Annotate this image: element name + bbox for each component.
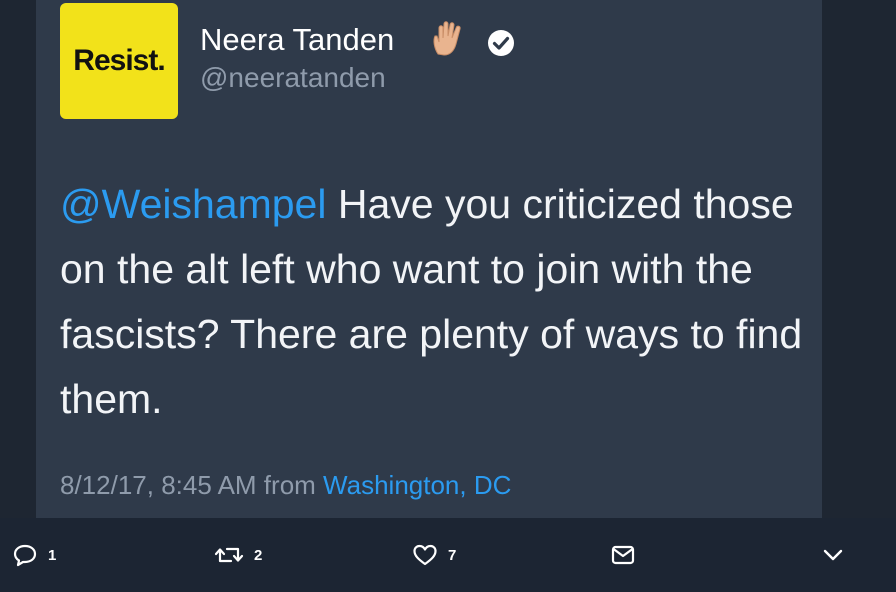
- like-count: 7: [448, 546, 457, 564]
- tweet-action-bar: 1 2 7: [0, 518, 896, 592]
- tweet-screenshot-image: Resist. Neera Tanden @neeratanden @Weish…: [0, 0, 896, 518]
- chevron-down-icon: [823, 549, 843, 561]
- avatar: Resist.: [60, 3, 178, 119]
- timestamp: 8/12/17, 8:45 AM from: [60, 470, 324, 500]
- avatar-label: Resist.: [73, 44, 165, 77]
- like-button[interactable]: 7: [412, 518, 456, 592]
- tweet-meta: 8/12/17, 8:45 AM from Washington, DC: [60, 470, 511, 501]
- reply-button[interactable]: 1: [12, 518, 56, 592]
- verified-badge-icon: [488, 30, 514, 56]
- direct-message-button[interactable]: [610, 518, 636, 592]
- user-handle: @neeratanden: [200, 62, 386, 93]
- envelope-icon: [611, 545, 635, 565]
- reply-count: 1: [48, 546, 57, 564]
- retweet-count: 2: [254, 546, 263, 564]
- display-name: Neera Tanden: [200, 22, 395, 57]
- location-link: Washington, DC: [323, 470, 512, 500]
- retweet-button[interactable]: 2: [214, 518, 262, 592]
- tweet-text: @Weishampel Have you criticized those on…: [60, 172, 810, 432]
- retweet-icon: [214, 547, 244, 563]
- reply-icon: [13, 544, 37, 567]
- image-border-right: [822, 0, 896, 518]
- vulcan-salute-icon: [433, 21, 461, 56]
- more-options-button[interactable]: [820, 518, 846, 592]
- mention-link: @Weishampel: [60, 181, 327, 227]
- image-border-left: [0, 0, 36, 518]
- heart-icon: [413, 544, 437, 566]
